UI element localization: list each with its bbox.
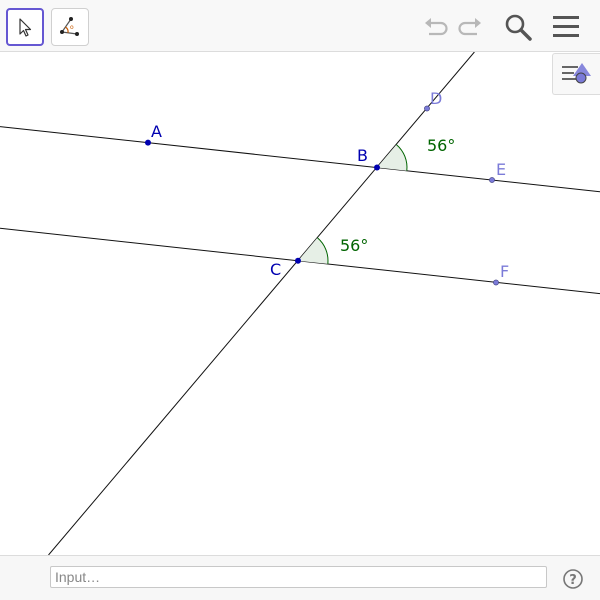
line-ab[interactable] (0, 126, 600, 193)
menu-icon (553, 16, 579, 37)
help-icon: ? (563, 569, 583, 589)
point-f[interactable] (493, 279, 499, 286)
angle-label-b: 56° (427, 136, 455, 155)
label-b: B (357, 146, 368, 165)
label-e: E (496, 160, 506, 179)
input-bar-container: ? (0, 555, 600, 600)
redo-icon (458, 18, 481, 36)
angle-at-c-sector[interactable] (298, 237, 328, 264)
label-d: D (430, 89, 442, 108)
angle-label-c: 56° (340, 236, 368, 255)
help-label: ? (569, 573, 577, 588)
move-tool-button[interactable] (6, 8, 44, 46)
algebra-input[interactable] (50, 566, 547, 588)
undo-button[interactable] (419, 11, 451, 43)
toolbar: o (0, 0, 600, 52)
point-e[interactable] (489, 177, 495, 183)
undo-icon (425, 18, 448, 36)
label-f: F (500, 262, 509, 281)
style-bar-icon (561, 63, 591, 84)
label-a: A (151, 122, 162, 141)
angle-at-b-sector[interactable] (377, 144, 407, 171)
transversal-bc[interactable] (48, 52, 475, 555)
menu-button[interactable] (550, 11, 582, 43)
help-button[interactable]: ? (562, 568, 584, 590)
svg-text:o: o (70, 24, 74, 31)
search-button[interactable] (502, 11, 534, 43)
point-d[interactable] (424, 105, 430, 112)
graphics-view[interactable]: A B C D E F 56° 56° (0, 52, 600, 555)
redo-button[interactable] (455, 11, 487, 43)
angle-tool-button[interactable]: o (51, 8, 89, 46)
label-c: C (270, 260, 281, 279)
point-b[interactable] (374, 164, 380, 171)
style-bar-toggle[interactable] (552, 53, 600, 95)
angle-icon: o (60, 17, 79, 36)
cursor-arrow-icon (19, 18, 32, 37)
lines (0, 52, 600, 555)
labels: A B C D E F 56° 56° (151, 89, 509, 281)
point-c[interactable] (295, 257, 301, 264)
search-icon (505, 14, 532, 41)
